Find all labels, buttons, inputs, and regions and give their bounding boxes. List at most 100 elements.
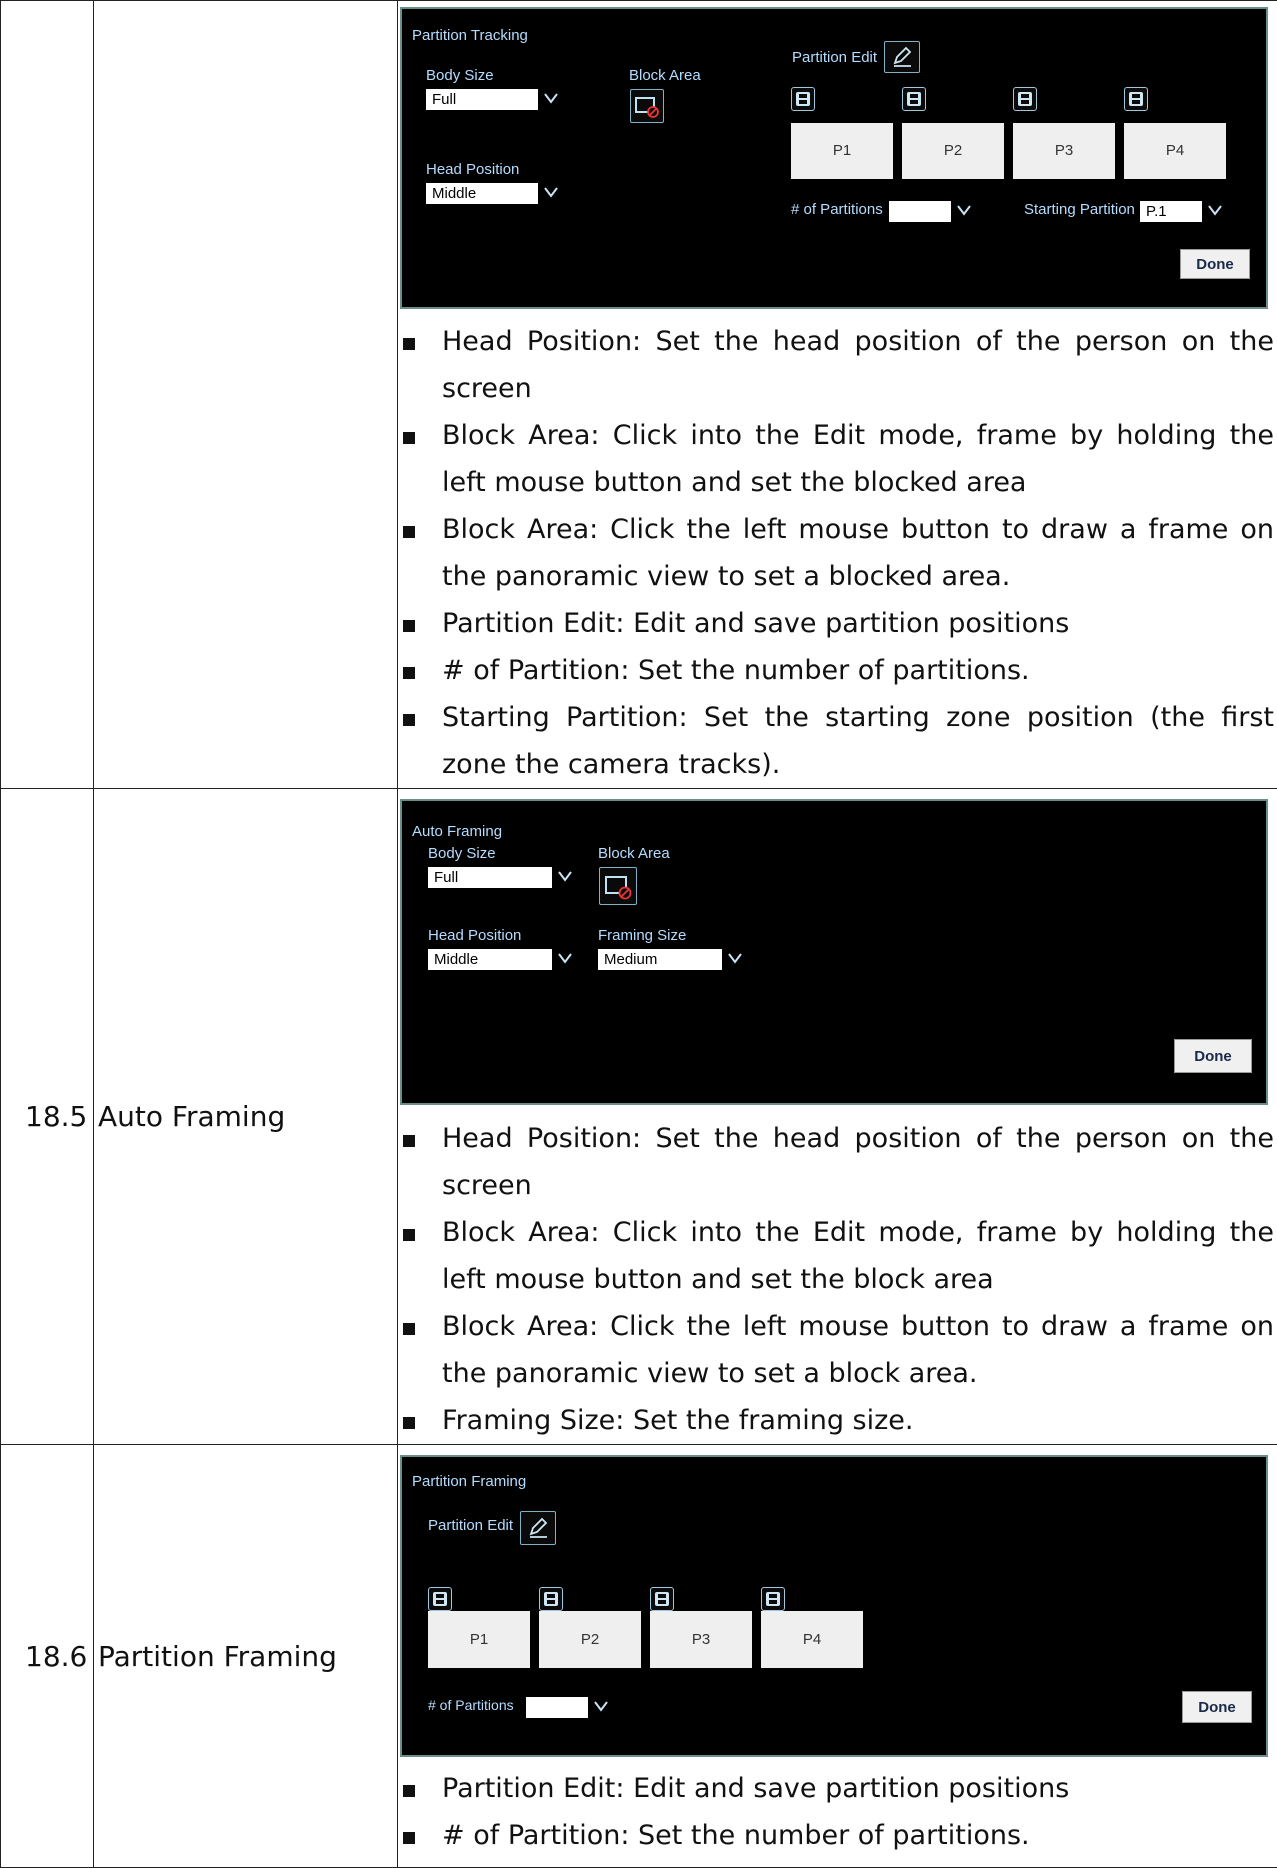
list-item: Block Area: Click into the Edit mode, fr… [398, 412, 1277, 506]
row-number: 18.5 [25, 1100, 87, 1133]
row-number-cell: 18.5 [1, 789, 94, 1445]
bullet-square-icon [403, 1229, 415, 1241]
bullet-square-icon [403, 1785, 415, 1797]
chevron-down-icon[interactable] [554, 949, 576, 970]
list-item: Framing Size: Set the framing size. [398, 1397, 1277, 1444]
framing-size-select[interactable]: Medium [598, 949, 722, 970]
panel-title: Partition Tracking [412, 27, 528, 44]
chevron-down-icon[interactable] [554, 867, 576, 888]
partition-tracking-panel: Partition Tracking Body Size Full Block … [400, 7, 1268, 309]
num-partitions-select[interactable] [526, 1697, 588, 1718]
bullet-list: Head Position: Set the head position of … [398, 1115, 1277, 1444]
head-position-select[interactable]: Middle [426, 183, 538, 204]
bullet-square-icon [403, 714, 415, 726]
head-position-select[interactable]: Middle [428, 949, 552, 970]
chevron-down-icon[interactable] [953, 201, 975, 222]
bullet-square-icon [403, 1135, 415, 1147]
partition-button-p2[interactable]: P2 [902, 123, 1004, 179]
done-button[interactable]: Done [1182, 1691, 1252, 1723]
row-number-cell [1, 1, 94, 789]
row-name-cell: Partition Framing [94, 1445, 398, 1868]
save-disk-icon[interactable] [902, 87, 926, 111]
bullet-square-icon [403, 1417, 415, 1429]
list-item: # of Partition: Set the number of partit… [398, 647, 1277, 694]
bullet-list: Head Position: Set the head position of … [398, 318, 1277, 788]
done-button[interactable]: Done [1174, 1039, 1252, 1073]
panel-title: Auto Framing [412, 823, 502, 840]
manual-table: Partition Tracking Body Size Full Block … [0, 0, 1277, 1868]
list-item: Starting Partition: Set the starting zon… [398, 694, 1277, 788]
chevron-down-icon[interactable] [1204, 201, 1226, 222]
body-size-label: Body Size [426, 67, 494, 84]
bullet-square-icon [403, 526, 415, 538]
bullet-square-icon [403, 338, 415, 350]
head-position-label: Head Position [428, 927, 521, 944]
partition-button-p1[interactable]: P1 [791, 123, 893, 179]
row-name-cell: Auto Framing [94, 789, 398, 1445]
partition-framing-panel: Partition Framing Partition Edit P1 P2 P… [400, 1455, 1268, 1757]
starting-partition-label: Starting Partition [1024, 201, 1135, 218]
save-disk-icon[interactable] [428, 1587, 452, 1611]
list-item: Block Area: Click the left mouse button … [398, 1303, 1277, 1397]
head-position-label: Head Position [426, 161, 519, 178]
num-partitions-select[interactable] [889, 201, 951, 222]
save-disk-icon[interactable] [1013, 87, 1037, 111]
bullet-square-icon [403, 1832, 415, 1844]
list-item: Head Position: Set the head position of … [398, 318, 1277, 412]
auto-framing-panel: Auto Framing Body Size Full Block Area H… [400, 799, 1268, 1105]
row-auto-framing: 18.5 Auto Framing Auto Framing Body Size… [1, 789, 1277, 1445]
partition-button-p4[interactable]: P4 [1124, 123, 1226, 179]
body-size-select[interactable]: Full [428, 867, 552, 888]
save-disk-icon[interactable] [791, 87, 815, 111]
row-number: 18.6 [25, 1640, 87, 1673]
save-disk-icon[interactable] [650, 1587, 674, 1611]
chevron-down-icon[interactable] [540, 89, 562, 110]
row-content-cell: Partition Tracking Body Size Full Block … [398, 1, 1277, 789]
list-item: Head Position: Set the head position of … [398, 1115, 1277, 1209]
body-size-label: Body Size [428, 845, 496, 862]
framing-size-label: Framing Size [598, 927, 686, 944]
row-content-cell: Partition Framing Partition Edit P1 P2 P… [398, 1445, 1277, 1868]
row-name: Partition Framing [98, 1640, 337, 1673]
partition-button-p4[interactable]: P4 [761, 1611, 863, 1668]
block-area-label: Block Area [629, 67, 701, 84]
chevron-down-icon[interactable] [540, 183, 562, 204]
row-partition-tracking: Partition Tracking Body Size Full Block … [1, 1, 1277, 789]
partition-button-p3[interactable]: P3 [650, 1611, 752, 1668]
num-partitions-label: # of Partitions [791, 201, 883, 218]
bullet-square-icon [403, 432, 415, 444]
bullet-square-icon [403, 667, 415, 679]
block-area-label: Block Area [598, 845, 670, 862]
partition-button-p3[interactable]: P3 [1013, 123, 1115, 179]
starting-partition-select[interactable]: P.1 [1140, 201, 1202, 222]
partition-button-p1[interactable]: P1 [428, 1611, 530, 1668]
bullet-square-icon [403, 1323, 415, 1335]
save-disk-icon[interactable] [761, 1587, 785, 1611]
save-disk-icon[interactable] [539, 1587, 563, 1611]
block-area-icon[interactable] [599, 867, 637, 905]
partition-edit-label: Partition Edit [428, 1517, 513, 1534]
done-button[interactable]: Done [1180, 249, 1250, 279]
chevron-down-icon[interactable] [724, 949, 746, 970]
num-partitions-label: # of Partitions [428, 1697, 514, 1713]
save-disk-icon[interactable] [1124, 87, 1148, 111]
list-item: Partition Edit: Edit and save partition … [398, 1765, 1277, 1812]
chevron-down-icon[interactable] [590, 1697, 612, 1718]
list-item: Block Area: Click into the Edit mode, fr… [398, 1209, 1277, 1303]
row-name: Auto Framing [98, 1100, 285, 1133]
panel-title: Partition Framing [412, 1473, 526, 1490]
body-size-select[interactable]: Full [426, 89, 538, 110]
row-name-cell [94, 1, 398, 789]
bullet-square-icon [403, 620, 415, 632]
pencil-edit-icon[interactable] [884, 41, 920, 73]
row-number-cell: 18.6 [1, 1445, 94, 1868]
row-content-cell: Auto Framing Body Size Full Block Area H… [398, 789, 1277, 1445]
list-item: Block Area: Click the left mouse button … [398, 506, 1277, 600]
list-item: Partition Edit: Edit and save partition … [398, 600, 1277, 647]
pencil-edit-icon[interactable] [520, 1511, 556, 1545]
partition-button-p2[interactable]: P2 [539, 1611, 641, 1668]
row-partition-framing: 18.6 Partition Framing Partition Framing… [1, 1445, 1277, 1868]
block-area-icon[interactable] [630, 89, 664, 123]
partition-edit-label: Partition Edit [792, 49, 877, 66]
bullet-list: Partition Edit: Edit and save partition … [398, 1765, 1277, 1859]
